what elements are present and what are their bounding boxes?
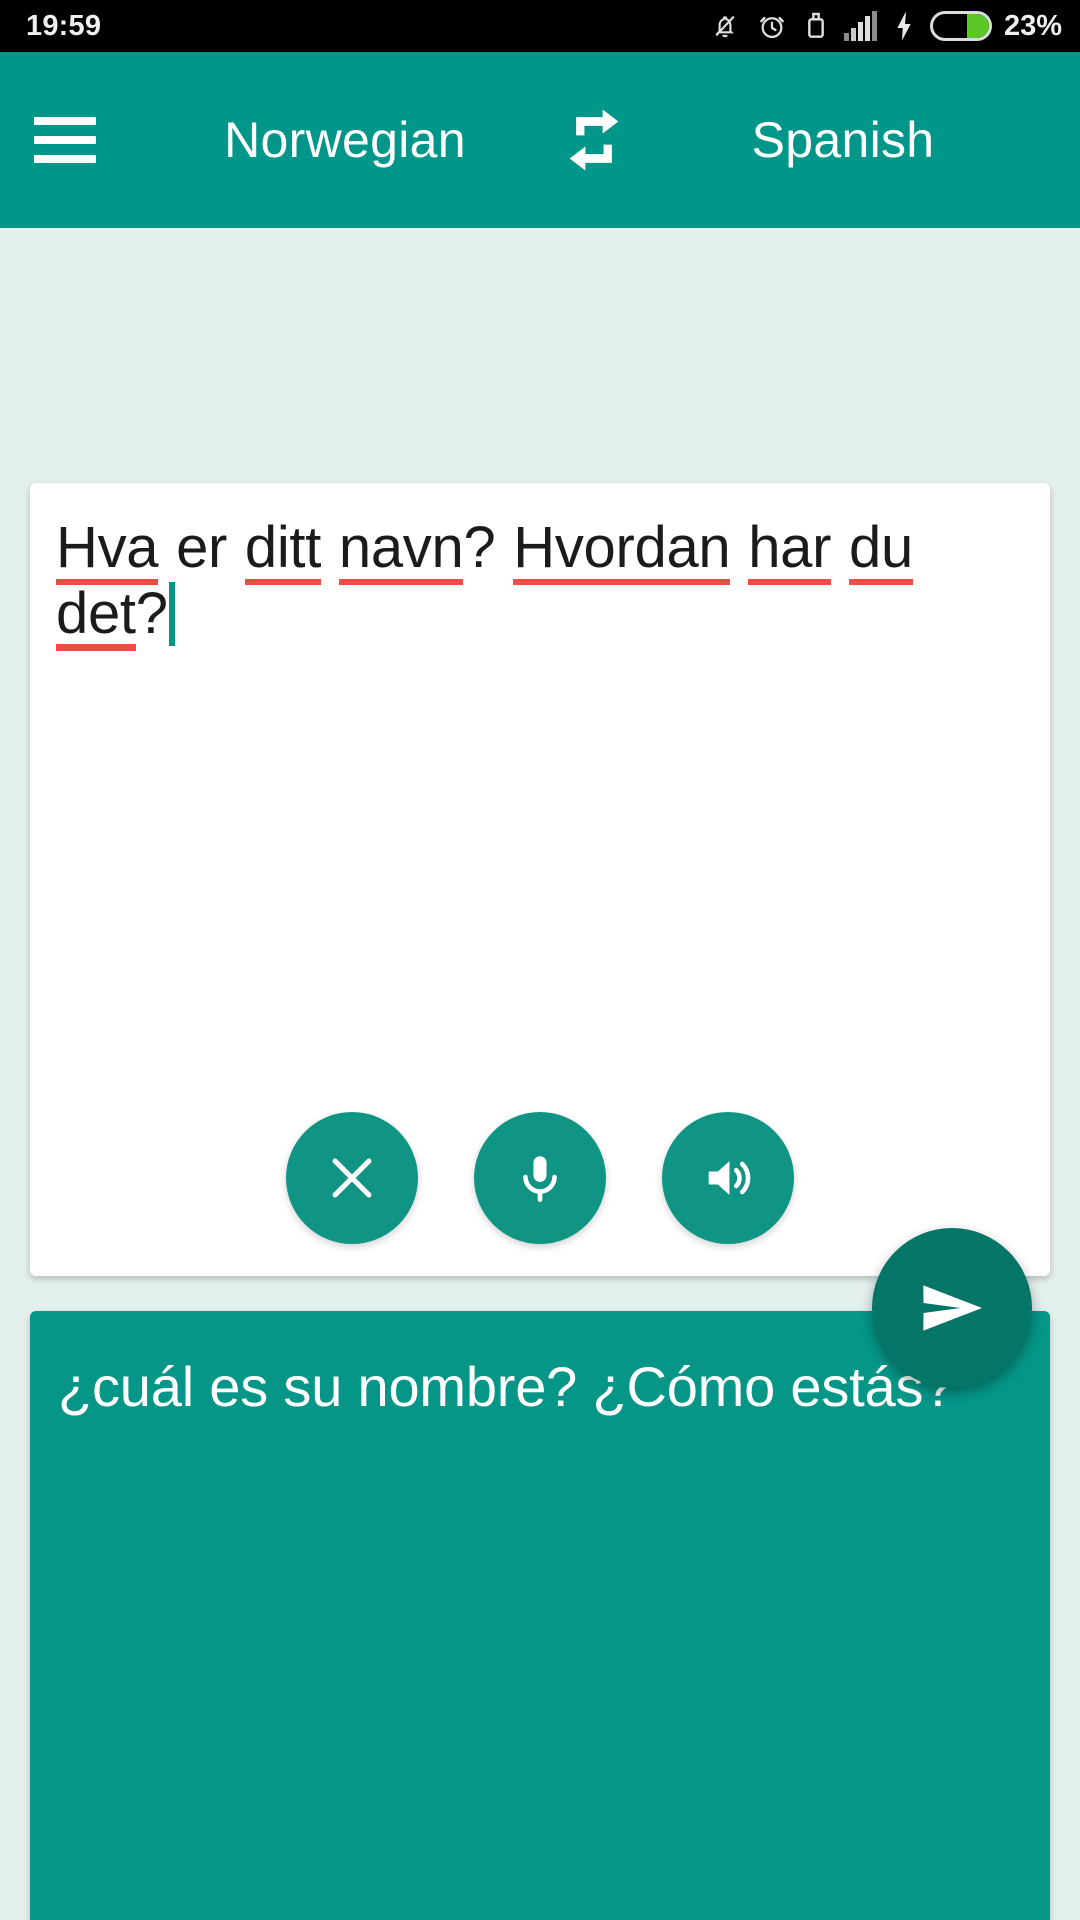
clear-button[interactable] [286, 1112, 418, 1244]
translation-screen: Hva er ditt navn? Hvordan har du det? ¿c… [0, 228, 1080, 1920]
misspelled-word: du [848, 515, 913, 585]
source-word: er [176, 515, 228, 580]
source-language-selector[interactable]: Norwegian [142, 111, 548, 169]
source-word [227, 515, 245, 580]
translated-text: ¿cuál es su nombre? ¿Cómo estás? [58, 1355, 955, 1418]
source-word [831, 515, 849, 580]
notifications-off-icon [715, 15, 735, 38]
signal-icon [843, 11, 877, 41]
target-language-selector[interactable]: Spanish [640, 111, 1046, 169]
misspelled-word: ditt [244, 515, 321, 585]
source-word: ? [463, 515, 514, 580]
microphone-icon [523, 1156, 557, 1203]
send-icon [923, 1285, 982, 1331]
text-caret [168, 581, 175, 646]
source-word: ? [135, 580, 168, 646]
misspelled-word: Hvordan [513, 515, 731, 585]
close-icon [332, 1158, 372, 1198]
source-text-content: Hva er ditt navn? Hvordan har du det? [56, 515, 913, 651]
battery-percent-label: 23% [1003, 9, 1062, 42]
misspelled-word: Hva [56, 515, 159, 585]
battery-icon [929, 11, 992, 41]
speak-source-button[interactable] [662, 1112, 794, 1244]
source-word [158, 515, 176, 580]
alarm-icon [760, 16, 784, 39]
hamburger-bar-2 [34, 136, 96, 144]
swap-languages-button[interactable] [548, 94, 640, 186]
battery-indicator: 23% [929, 9, 1062, 43]
source-word [321, 515, 339, 580]
hamburger-bar-1 [34, 117, 96, 125]
status-clock: 19:59 [26, 9, 102, 42]
misspelled-word: det [56, 580, 136, 651]
misspelled-word: har [748, 515, 831, 585]
battery-fill [966, 14, 989, 38]
source-text-input[interactable]: Hva er ditt navn? Hvordan har du det? [56, 515, 1024, 651]
send-translate-button[interactable] [872, 1228, 1032, 1388]
misspelled-word: navn [338, 515, 464, 585]
status-icon-tray: 23% [710, 10, 1062, 43]
speaker-icon [708, 1161, 751, 1195]
target-text-card: ¿cuál es su nombre? ¿Cómo estás? [30, 1311, 1050, 1920]
status-bar: 19:59 23% [0, 0, 1080, 52]
hamburger-menu-icon[interactable] [34, 117, 96, 163]
charging-bolt-icon [897, 11, 911, 41]
swap-languages-icon [569, 109, 619, 171]
hamburger-bar-3 [34, 155, 96, 163]
source-word [730, 515, 748, 580]
usb-icon [808, 12, 824, 38]
source-text-card: Hva er ditt navn? Hvordan har du det? [30, 483, 1050, 1276]
voice-input-button[interactable] [474, 1112, 606, 1244]
app-bar: Norwegian Spanish [0, 52, 1080, 228]
source-action-bar [30, 1112, 1050, 1244]
